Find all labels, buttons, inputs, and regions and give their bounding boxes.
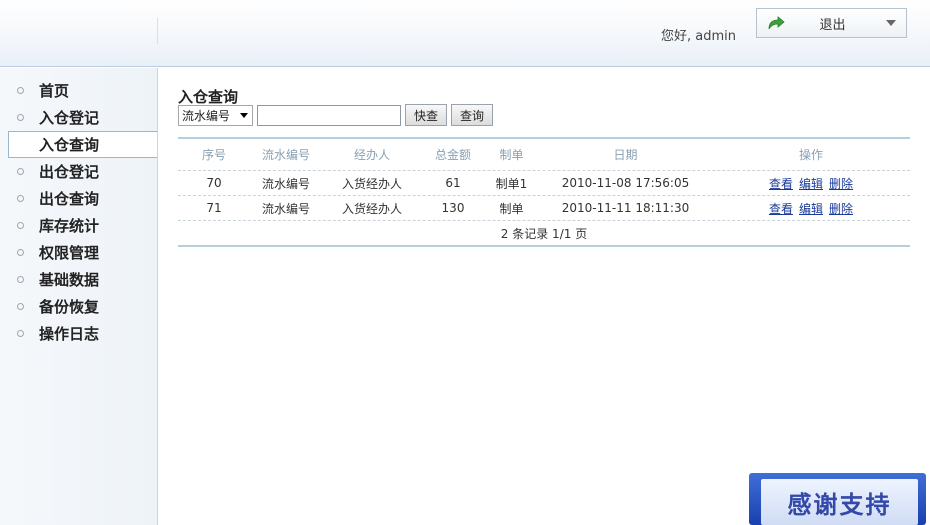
column-header: 日期 [613, 148, 638, 162]
table-row: 70 流水编号 入货经办人 61 制单1 2010-11-08 17:56:05… [178, 171, 910, 196]
user-greeting: 您好, admin [661, 29, 736, 44]
bullet-icon [17, 303, 24, 310]
sidebar-item-permissions[interactable]: 权限管理 [0, 239, 157, 266]
search-field-select[interactable]: 流水编号 [178, 104, 253, 126]
chevron-down-icon [886, 20, 896, 26]
bullet-icon [17, 330, 24, 337]
bullet-icon [17, 195, 24, 202]
sidebar-item-label: 出仓查询 [39, 190, 100, 208]
inbound-table: 序号 流水编号 经办人 总金额 制单 日期 操作 70 流水编号 入货经办人 6… [178, 137, 910, 247]
search-input[interactable] [257, 104, 401, 126]
cell-date: 2010-11-08 17:56:05 [561, 176, 690, 190]
cell-actions: 查看 编辑 删除 [712, 200, 910, 217]
sidebar-item-inventory-stats[interactable]: 库存统计 [0, 212, 157, 239]
cell-id: 70 [206, 176, 222, 190]
column-header: 操作 [798, 148, 823, 162]
sidebar-item-label: 首页 [39, 82, 70, 100]
column-header: 制单 [499, 148, 524, 162]
header-divider [157, 18, 158, 44]
bullet-icon [17, 222, 24, 229]
quick-search-button[interactable]: 快查 [405, 104, 448, 126]
sidebar-item-label: 出仓登记 [39, 163, 100, 181]
sidebar-item-inbound-register[interactable]: 入仓登记 [0, 104, 157, 131]
cell-id: 71 [206, 201, 222, 215]
sidebar-item-label: 操作日志 [39, 325, 100, 343]
sidebar-item-home[interactable]: 首页 [0, 77, 157, 104]
banner-inner: 感谢支持 [761, 479, 918, 525]
bullet-icon [17, 276, 24, 283]
top-header: 您好, admin 退出 [0, 0, 930, 67]
sidebar-item-label: 库存统计 [39, 217, 100, 235]
cell-amount: 61 [445, 176, 461, 190]
cell-date: 2010-11-11 18:11:30 [561, 201, 690, 215]
share-arrow-icon [765, 12, 787, 34]
cell-amount: 130 [441, 201, 465, 215]
bullet-icon [17, 168, 24, 175]
view-link[interactable]: 查看 [769, 200, 793, 217]
bullet-icon [17, 87, 24, 94]
column-header: 总金额 [434, 148, 471, 162]
sidebar-item-outbound-query[interactable]: 出仓查询 [0, 185, 157, 212]
cell-serial: 流水编号 [261, 176, 310, 191]
banner-text: 感谢支持 [787, 490, 892, 519]
sidebar-item-label: 备份恢复 [39, 298, 100, 316]
cell-handler: 入货经办人 [341, 176, 402, 191]
sidebar-nav: 首页 入仓登记 入仓查询 出仓登记 出仓查询 库存统计 权限管理 基础数据 备份… [0, 68, 158, 525]
delete-link[interactable]: 删除 [829, 200, 853, 217]
sidebar-item-inbound-query[interactable]: 入仓查询 [8, 131, 157, 158]
sidebar-item-operation-log[interactable]: 操作日志 [0, 320, 157, 347]
query-button[interactable]: 查询 [451, 104, 494, 126]
cell-handler: 入货经办人 [341, 201, 402, 216]
cell-serial: 流水编号 [261, 201, 310, 216]
table-header: 序号 流水编号 经办人 总金额 制单 日期 操作 [178, 139, 910, 171]
logout-label: 退出 [819, 17, 846, 33]
edit-link[interactable]: 编辑 [799, 175, 823, 192]
select-value: 流水编号 [182, 108, 231, 123]
sidebar-item-base-data[interactable]: 基础数据 [0, 266, 157, 293]
sidebar-item-backup-restore[interactable]: 备份恢复 [0, 293, 157, 320]
bullet-icon [17, 249, 24, 256]
cell-maker: 制单 [499, 201, 524, 216]
column-header: 流水编号 [261, 148, 310, 162]
cell-actions: 查看 编辑 删除 [712, 175, 910, 192]
filter-bar: 流水编号 快查 查询 [178, 104, 494, 126]
column-header: 序号 [201, 148, 226, 162]
delete-link[interactable]: 删除 [829, 175, 853, 192]
chevron-down-icon [240, 112, 248, 118]
sidebar-item-label: 基础数据 [39, 271, 100, 289]
table-row: 71 流水编号 入货经办人 130 制单 2010-11-11 18:11:30… [178, 196, 910, 221]
bullet-icon [17, 114, 24, 121]
view-link[interactable]: 查看 [769, 175, 793, 192]
sidebar-item-label: 权限管理 [39, 244, 100, 262]
pagination-summary: 2 条记录 1/1 页 [178, 221, 910, 247]
logout-button[interactable]: 退出 [756, 8, 907, 38]
sidebar-item-outbound-register[interactable]: 出仓登记 [0, 158, 157, 185]
edit-link[interactable]: 编辑 [799, 200, 823, 217]
sidebar-item-label: 入仓查询 [39, 136, 100, 154]
sidebar-item-label: 入仓登记 [39, 109, 100, 127]
cell-maker: 制单1 [495, 176, 528, 191]
column-header: 经办人 [353, 148, 390, 162]
thanks-banner: 感谢支持 [749, 473, 926, 525]
